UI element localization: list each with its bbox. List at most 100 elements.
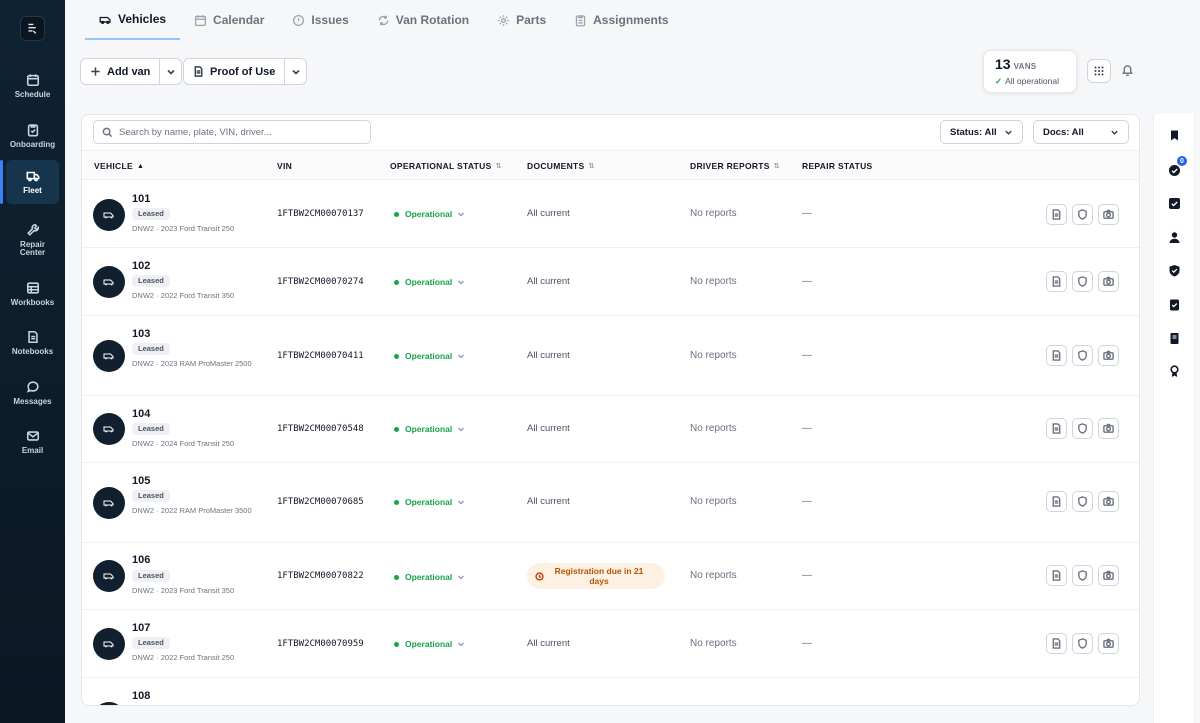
operational-status-dropdown[interactable]: Operational bbox=[394, 351, 465, 361]
photos-button[interactable] bbox=[1098, 418, 1119, 439]
docs-filter[interactable]: Docs: All bbox=[1033, 120, 1129, 144]
documents-warning-badge[interactable]: Registration due in 21 days bbox=[527, 563, 665, 589]
insurance-button[interactable] bbox=[1072, 204, 1093, 225]
sidebar-item-repair-center[interactable]: Repair Center bbox=[6, 218, 59, 262]
app-logo[interactable] bbox=[20, 16, 45, 41]
documents-button[interactable] bbox=[1046, 271, 1067, 292]
sidebar-item-label: Fleet bbox=[23, 186, 42, 195]
insurance-button[interactable] bbox=[1072, 633, 1093, 654]
calendar-icon bbox=[26, 74, 39, 87]
bookmark-button[interactable] bbox=[1168, 129, 1181, 142]
documents-button[interactable] bbox=[1046, 345, 1067, 366]
van-icon bbox=[103, 641, 114, 648]
award-icon bbox=[1170, 365, 1179, 377]
sidebar-item-email[interactable]: Email bbox=[6, 420, 59, 464]
apps-grid-button[interactable] bbox=[1087, 59, 1111, 83]
column-header-vehicle[interactable]: VEHICLE ▲ bbox=[94, 161, 144, 171]
column-header-operational-status[interactable]: OPERATIONAL STATUS ⇅ bbox=[390, 161, 502, 171]
add-van-button[interactable]: Add van bbox=[81, 59, 161, 84]
operational-status-dropdown[interactable]: Operational bbox=[394, 209, 465, 219]
ownership-badge: Leased bbox=[132, 490, 170, 502]
search-input[interactable] bbox=[119, 126, 359, 138]
operational-status-dropdown[interactable]: Operational bbox=[394, 424, 465, 434]
documents-button[interactable] bbox=[1046, 491, 1067, 512]
inspections-button[interactable] bbox=[1168, 298, 1181, 311]
notifications-button[interactable] bbox=[1121, 63, 1135, 77]
photos-button[interactable] bbox=[1098, 204, 1119, 225]
documents-button[interactable] bbox=[1046, 633, 1067, 654]
add-van-dropdown-toggle[interactable] bbox=[160, 59, 181, 84]
document-icon bbox=[1052, 209, 1061, 220]
photos-button[interactable] bbox=[1098, 491, 1119, 512]
documents-button[interactable] bbox=[1046, 418, 1067, 439]
tab-calendar[interactable]: Calendar bbox=[180, 0, 278, 40]
camera-icon bbox=[1103, 209, 1114, 219]
tab-vehicles[interactable]: Vehicles bbox=[85, 0, 181, 40]
gear-icon bbox=[498, 14, 509, 26]
photos-button[interactable] bbox=[1098, 345, 1119, 366]
documents-button[interactable] bbox=[1046, 204, 1067, 225]
insurance-button[interactable] bbox=[1072, 491, 1093, 512]
table-row[interactable]: 105 Leased DNW2 · 2022 RAM ProMaster 350… bbox=[82, 463, 1139, 543]
document-icon bbox=[194, 66, 203, 77]
sidebar-item-schedule[interactable]: Schedule bbox=[6, 64, 59, 108]
vehicle-number[interactable]: 103 bbox=[132, 328, 150, 340]
operational-status-dropdown[interactable]: Operational bbox=[394, 277, 465, 287]
handbook-button[interactable] bbox=[1168, 332, 1181, 345]
sidebar-item-workbooks[interactable]: Workbooks bbox=[6, 272, 59, 316]
operational-status-dropdown[interactable]: Operational bbox=[394, 572, 465, 582]
table-row[interactable]: 104 Leased DNW2 · 2024 Ford Transit 250 … bbox=[82, 396, 1139, 463]
insurance-button[interactable] bbox=[1072, 565, 1093, 586]
column-header-documents[interactable]: DOCUMENTS ⇅ bbox=[527, 161, 595, 171]
documents-button[interactable] bbox=[1046, 565, 1067, 586]
insurance-button[interactable] bbox=[1072, 271, 1093, 292]
table-row[interactable]: 102 Leased DNW2 · 2022 Ford Transit 350 … bbox=[82, 248, 1139, 316]
repair-status: — bbox=[802, 350, 812, 361]
checklist-button[interactable] bbox=[1168, 197, 1181, 210]
tab-parts[interactable]: Parts bbox=[483, 0, 560, 40]
column-header-vin[interactable]: VIN bbox=[277, 161, 292, 171]
check-icon: ✓ bbox=[995, 76, 1003, 86]
column-header-repair-status[interactable]: REPAIR STATUS bbox=[802, 161, 873, 171]
sidebar-item-notebooks[interactable]: Notebooks bbox=[6, 321, 59, 365]
tab-assignments[interactable]: Assignments bbox=[560, 0, 682, 40]
sidebar-item-label: Workbooks bbox=[10, 298, 55, 307]
column-header-driver-reports[interactable]: DRIVER REPORTS ⇅ bbox=[690, 161, 780, 171]
compliance-button[interactable] bbox=[1168, 264, 1181, 277]
photos-button[interactable] bbox=[1098, 633, 1119, 654]
chevron-down-icon bbox=[167, 69, 175, 75]
operational-status-dropdown[interactable]: Operational bbox=[394, 639, 465, 649]
operational-status-dropdown[interactable]: Operational bbox=[394, 497, 465, 507]
status-dot bbox=[394, 574, 399, 580]
photos-button[interactable] bbox=[1098, 565, 1119, 586]
table-row[interactable]: 108 bbox=[82, 678, 1139, 705]
vehicle-number[interactable]: 106 bbox=[132, 554, 150, 566]
table-row[interactable]: 103 Leased DNW2 · 2023 RAM ProMaster 250… bbox=[82, 316, 1139, 396]
profile-button[interactable] bbox=[1168, 231, 1181, 244]
vehicle-number[interactable]: 102 bbox=[132, 260, 150, 272]
insurance-button[interactable] bbox=[1072, 345, 1093, 366]
photos-button[interactable] bbox=[1098, 271, 1119, 292]
vehicle-avatar bbox=[93, 199, 125, 231]
vehicle-number[interactable]: 105 bbox=[132, 475, 150, 487]
table-row[interactable]: 107 Leased DNW2 · 2022 Ford Transit 250 … bbox=[82, 610, 1139, 678]
table-row[interactable]: 101 Leased DNW2 · 2023 Ford Transit 250 … bbox=[82, 181, 1139, 248]
sidebar-item-messages[interactable]: Messages bbox=[6, 371, 59, 415]
proof-of-use-button[interactable]: Proof of Use bbox=[184, 59, 286, 84]
table-row[interactable]: 106 Leased DNW2 · 2023 Ford Transit 350 … bbox=[82, 543, 1139, 610]
shield-check-icon bbox=[1169, 265, 1180, 277]
tab-van-rotation[interactable]: Van Rotation bbox=[363, 0, 483, 40]
plus-icon bbox=[91, 67, 100, 76]
insurance-button[interactable] bbox=[1072, 418, 1093, 439]
vehicle-number[interactable]: 107 bbox=[132, 622, 150, 634]
vehicle-number[interactable]: 104 bbox=[132, 408, 150, 420]
proof-of-use-dropdown-toggle[interactable] bbox=[285, 59, 306, 84]
vehicle-number[interactable]: 108 bbox=[132, 690, 150, 702]
tab-issues[interactable]: Issues bbox=[278, 0, 362, 40]
sidebar-item-onboarding[interactable]: Onboarding bbox=[6, 114, 59, 158]
sidebar-item-fleet[interactable]: Fleet bbox=[0, 160, 59, 204]
awards-button[interactable] bbox=[1168, 365, 1181, 378]
vehicle-number[interactable]: 101 bbox=[132, 193, 150, 205]
status-filter[interactable]: Status: All bbox=[940, 120, 1023, 144]
status-label: Operational bbox=[405, 497, 453, 507]
